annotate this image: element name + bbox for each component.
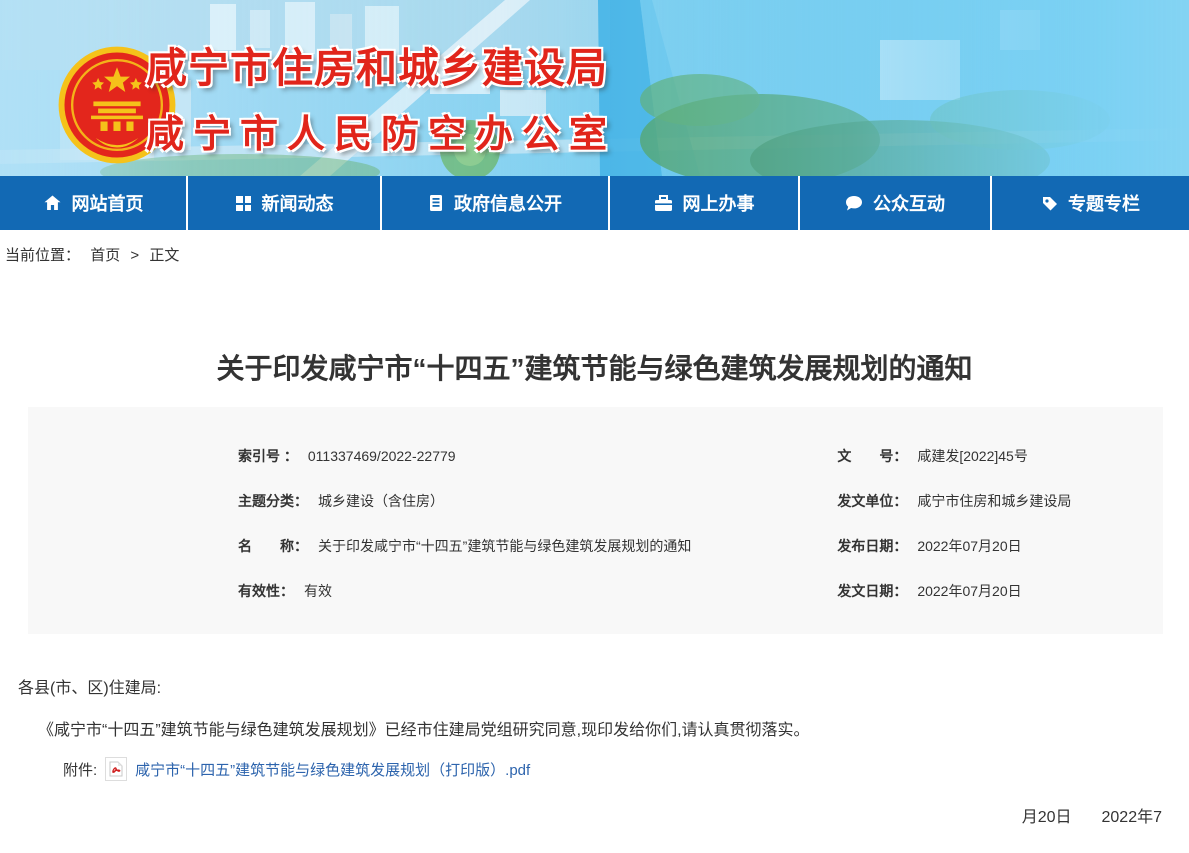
tag-icon bbox=[1041, 195, 1058, 212]
site-titles: 咸宁市住房和城乡建设局 咸宁市人民防空办公室 bbox=[146, 34, 616, 158]
meta-value: 011337469/2022-22779 bbox=[308, 448, 456, 464]
nav-label: 网站首页 bbox=[72, 190, 144, 216]
pdf-icon bbox=[105, 757, 127, 781]
attachment-label: 附件: bbox=[63, 759, 97, 780]
chat-icon bbox=[845, 195, 863, 212]
nav-label: 政府信息公开 bbox=[454, 190, 562, 216]
meta-value: 关于印发咸宁市“十四五”建筑节能与绿色建筑发展规划的通知 bbox=[318, 536, 691, 556]
meta-row-issue-date: 发文日期： 2022年07月20日 bbox=[691, 568, 1163, 613]
meta-label: 文 号： bbox=[837, 446, 907, 466]
nav-label: 专题专栏 bbox=[1068, 190, 1140, 216]
meta-label: 发文单位： bbox=[837, 491, 907, 511]
breadcrumb: 当前位置： 首页 > 正文 bbox=[0, 230, 1189, 265]
breadcrumb-prefix: 当前位置： bbox=[5, 247, 80, 264]
document-body: 各县(市、区)住建局: 《咸宁市“十四五”建筑节能与绿色建筑发展规划》已经市住建… bbox=[0, 674, 1189, 827]
nav-item-public-interaction[interactable]: 公众互动 bbox=[800, 176, 990, 230]
nav-item-home[interactable]: 网站首页 bbox=[0, 176, 186, 230]
meta-label: 发布日期： bbox=[837, 536, 907, 556]
meta-label: 名 称： bbox=[238, 536, 308, 556]
nav-item-news[interactable]: 新闻动态 bbox=[188, 176, 380, 230]
meta-column-left: 索引号 ： 011337469/2022-22779 主题分类： 城乡建设（含住… bbox=[28, 433, 691, 613]
attachment-row: 附件: 咸宁市“十四五”建筑节能与绿色建筑发展规划（打印版）.pdf bbox=[0, 757, 1189, 781]
body-paragraph: 《咸宁市“十四五”建筑节能与绿色建筑发展规划》已经市住建局党组研究同意,现印发给… bbox=[0, 716, 1189, 740]
nav-label: 公众互动 bbox=[873, 190, 945, 216]
attachment-pdf-link[interactable]: 咸宁市“十四五”建筑节能与绿色建筑发展规划（打印版）.pdf bbox=[135, 759, 530, 780]
nav-label: 网上办事 bbox=[683, 190, 755, 216]
meta-label: 主题分类： bbox=[238, 491, 308, 511]
briefcase-icon bbox=[654, 195, 673, 212]
breadcrumb-separator: > bbox=[130, 247, 139, 264]
main-nav: 网站首页 新闻动态 政府信息公开 网上办事 公众互动 专题专栏 bbox=[0, 176, 1189, 230]
grid-icon bbox=[235, 195, 252, 212]
meta-value: 2022年07月20日 bbox=[917, 536, 1021, 556]
document-icon bbox=[428, 194, 444, 212]
nav-item-online-services[interactable]: 网上办事 bbox=[610, 176, 798, 230]
nav-item-gov-info[interactable]: 政府信息公开 bbox=[382, 176, 608, 230]
org-name-line2: 咸宁市人民防空办公室 bbox=[146, 103, 616, 158]
meta-value: 咸建发[2022]45号 bbox=[917, 446, 1028, 466]
document-date: 月20日 2022年7 bbox=[0, 803, 1189, 827]
meta-value: 有效 bbox=[304, 581, 332, 601]
meta-value: 城乡建设（含住房） bbox=[318, 491, 444, 511]
document-meta-box: 索引号 ： 011337469/2022-22779 主题分类： 城乡建设（含住… bbox=[28, 407, 1163, 634]
page-title: 关于印发咸宁市“十四五”建筑节能与绿色建筑发展规划的通知 bbox=[0, 347, 1189, 387]
date-part-day: 月20日 bbox=[1022, 809, 1072, 826]
nav-item-special-topics[interactable]: 专题专栏 bbox=[992, 176, 1189, 230]
meta-row-validity: 有效性： 有效 bbox=[28, 568, 691, 613]
header-banner: 咸宁市住房和城乡建设局 咸宁市人民防空办公室 bbox=[0, 0, 1189, 176]
meta-row-document-name: 名 称： 关于印发咸宁市“十四五”建筑节能与绿色建筑发展规划的通知 bbox=[28, 523, 691, 568]
salutation: 各县(市、区)住建局: bbox=[0, 674, 1189, 698]
meta-label: 发文日期： bbox=[837, 581, 907, 601]
meta-row-topic-category: 主题分类： 城乡建设（含住房） bbox=[28, 478, 691, 523]
meta-value: 2022年07月20日 bbox=[917, 581, 1021, 601]
breadcrumb-home-link[interactable]: 首页 bbox=[90, 247, 120, 264]
date-part-year: 2022年7 bbox=[1102, 809, 1163, 826]
home-icon bbox=[43, 194, 62, 212]
nav-label: 新闻动态 bbox=[262, 190, 334, 216]
meta-row-doc-number: 文 号： 咸建发[2022]45号 bbox=[691, 433, 1163, 478]
meta-label: 索引号 ： bbox=[238, 446, 298, 466]
meta-row-publish-date: 发布日期： 2022年07月20日 bbox=[691, 523, 1163, 568]
breadcrumb-current: 正文 bbox=[149, 247, 179, 264]
org-name-line1: 咸宁市住房和城乡建设局 bbox=[146, 34, 616, 94]
page: 咸宁市住房和城乡建设局 咸宁市人民防空办公室 网站首页 新闻动态 政府信息公开 … bbox=[0, 0, 1189, 853]
meta-column-right: 文 号： 咸建发[2022]45号 发文单位： 咸宁市住房和城乡建设局 发布日期… bbox=[691, 433, 1163, 613]
meta-row-index-number: 索引号 ： 011337469/2022-22779 bbox=[28, 433, 691, 478]
meta-label: 有效性： bbox=[238, 581, 294, 601]
meta-row-issuing-unit: 发文单位： 咸宁市住房和城乡建设局 bbox=[691, 478, 1163, 523]
meta-value: 咸宁市住房和城乡建设局 bbox=[917, 491, 1071, 511]
